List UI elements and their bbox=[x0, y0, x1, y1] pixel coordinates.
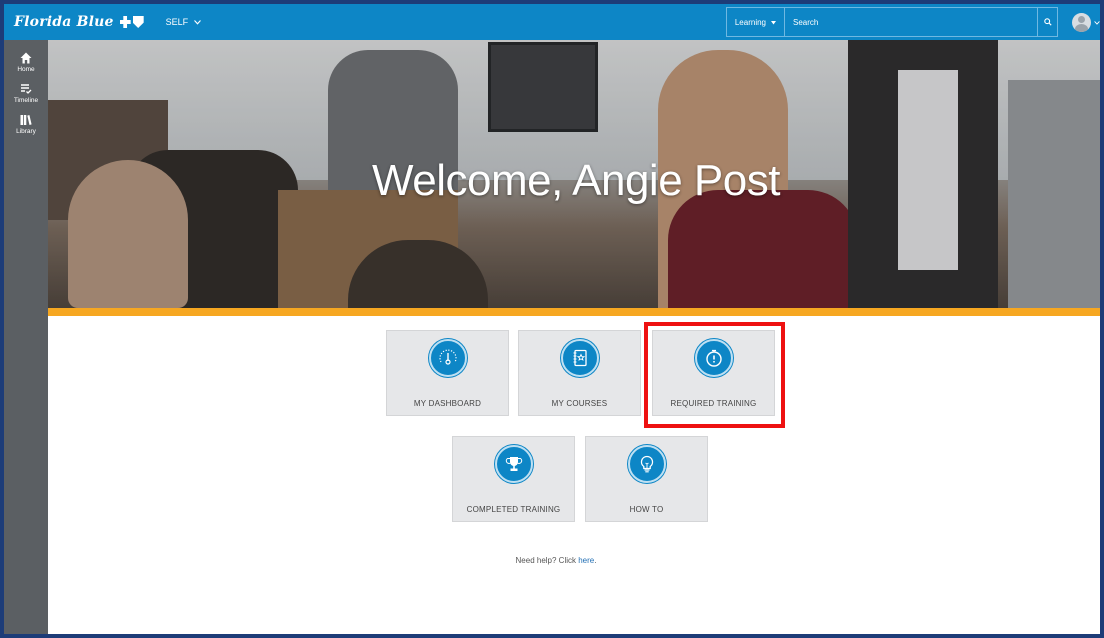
tile-label: COMPLETED TRAINING bbox=[466, 505, 561, 514]
left-sidebar: Home Timeline Library bbox=[4, 40, 48, 634]
brand-logo[interactable]: Florida Blue bbox=[14, 14, 144, 30]
notebook-icon bbox=[560, 339, 599, 377]
cross-shield-icon bbox=[119, 16, 144, 28]
user-menu-chevron-icon[interactable] bbox=[1094, 18, 1100, 27]
welcome-heading: Welcome, Angie Post bbox=[372, 156, 780, 205]
tile-completed-training[interactable]: COMPLETED TRAINING bbox=[452, 436, 575, 522]
highlight-box bbox=[644, 322, 785, 428]
sidebar-item-timeline[interactable]: Timeline bbox=[4, 81, 48, 104]
sidebar-item-label: Library bbox=[16, 128, 36, 135]
library-icon bbox=[20, 112, 32, 128]
learning-dropdown[interactable]: Learning bbox=[725, 7, 784, 37]
header-tools: Learning bbox=[725, 4, 1100, 40]
context-menu[interactable]: SELF bbox=[166, 17, 202, 27]
search-button[interactable] bbox=[1038, 7, 1058, 37]
learning-dropdown-label: Learning bbox=[734, 17, 766, 27]
search-input[interactable] bbox=[784, 7, 1038, 37]
top-bar: Florida Blue SELF Learning bbox=[4, 4, 1100, 40]
gauge-icon bbox=[428, 339, 467, 377]
brand-name: Florida Blue bbox=[14, 14, 114, 30]
help-link[interactable]: here bbox=[578, 556, 594, 565]
hero-banner-image: Welcome, Angie Post bbox=[48, 40, 1100, 308]
sidebar-item-label: Timeline bbox=[13, 97, 39, 104]
help-prefix: Need help? Click bbox=[515, 556, 579, 565]
sidebar-item-label: Home bbox=[17, 66, 35, 73]
search-icon bbox=[1043, 13, 1052, 31]
tile-my-dashboard[interactable]: MY DASHBOARD bbox=[386, 330, 509, 416]
caret-down-icon bbox=[771, 18, 776, 27]
tile-how-to[interactable]: HOW TO bbox=[585, 436, 708, 522]
tile-label: MY DASHBOARD bbox=[413, 399, 482, 408]
tile-label: HOW TO bbox=[629, 505, 664, 514]
app-frame: Florida Blue SELF Learning Search Home T… bbox=[0, 0, 1104, 638]
timeline-icon bbox=[20, 81, 32, 97]
user-avatar[interactable] bbox=[1072, 12, 1091, 32]
chevron-down-icon bbox=[194, 17, 202, 27]
accent-divider bbox=[48, 308, 1100, 316]
lightbulb-icon bbox=[627, 445, 666, 483]
sidebar-item-library[interactable]: Library bbox=[4, 112, 48, 135]
help-text: Need help? Click here. bbox=[4, 556, 1100, 565]
help-suffix: . bbox=[594, 556, 597, 565]
tile-label: MY COURSES bbox=[551, 399, 608, 408]
sidebar-item-home[interactable]: Home bbox=[4, 50, 48, 73]
trophy-icon bbox=[494, 445, 533, 483]
home-icon bbox=[20, 50, 32, 66]
context-menu-label: SELF bbox=[165, 17, 189, 27]
tile-my-courses[interactable]: MY COURSES bbox=[518, 330, 641, 416]
